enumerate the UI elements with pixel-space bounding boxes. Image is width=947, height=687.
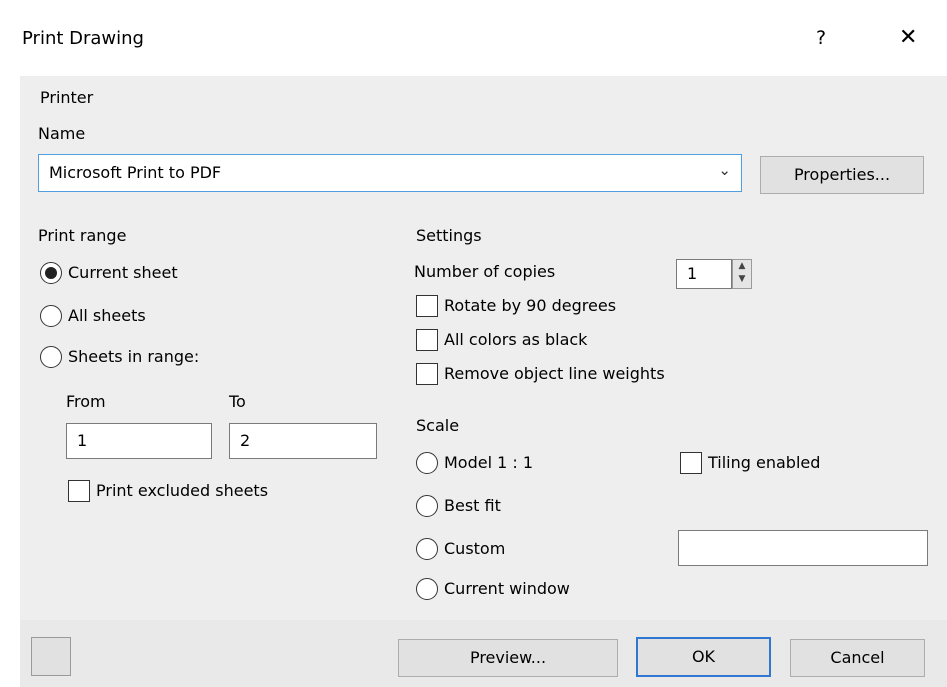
from-input[interactable]: 1 (66, 423, 212, 459)
cancel-button[interactable]: Cancel (790, 639, 925, 677)
copies-spinner[interactable]: ▲ ▼ (732, 259, 752, 289)
number-of-copies-label: Number of copies (414, 262, 556, 281)
best-fit-label: Best fit (444, 496, 501, 515)
spin-up-icon[interactable]: ▲ (733, 260, 751, 273)
print-drawing-dialog: Print Drawing ? ✕ Printer Name Microsoft… (0, 0, 947, 687)
current-sheet-label: Current sheet (68, 263, 178, 282)
name-label: Name (38, 124, 86, 143)
from-input-value: 1 (77, 431, 88, 450)
all-sheets-label: All sheets (68, 306, 146, 325)
sheets-in-range-label: Sheets in range: (68, 347, 200, 366)
ok-button[interactable]: OK (636, 637, 771, 677)
copies-input[interactable]: 1 (676, 259, 732, 289)
current-window-label: Current window (444, 579, 570, 598)
printer-select[interactable]: Microsoft Print to PDF ⌄ (38, 154, 742, 192)
custom-label: Custom (444, 539, 506, 558)
scale-label: Scale (416, 416, 460, 435)
to-label: To (229, 392, 246, 411)
dialog-title: Print Drawing (22, 28, 144, 49)
help-icon[interactable]: ? (816, 27, 826, 49)
title-bar: Print Drawing ? ✕ (0, 0, 947, 76)
all-colors-black-checkbox[interactable] (416, 329, 438, 351)
model-1-1-label: Model 1 : 1 (444, 453, 534, 472)
printer-select-value: Microsoft Print to PDF (49, 163, 222, 182)
footer-square-button[interactable] (31, 637, 71, 676)
close-icon[interactable]: ✕ (899, 25, 917, 50)
custom-radio[interactable] (416, 538, 438, 560)
best-fit-radio[interactable] (416, 495, 438, 517)
model-1-1-radio[interactable] (416, 452, 438, 474)
current-window-radio[interactable] (416, 578, 438, 600)
print-excluded-sheets-label: Print excluded sheets (96, 481, 269, 500)
remove-line-weights-checkbox[interactable] (416, 363, 438, 385)
copies-input-value: 1 (687, 264, 698, 283)
from-label: From (66, 392, 106, 411)
to-input-value: 2 (240, 431, 251, 450)
print-range-label: Print range (38, 226, 127, 245)
rotate-label: Rotate by 90 degrees (444, 296, 617, 315)
properties-button[interactable]: Properties... (760, 156, 924, 194)
to-input[interactable]: 2 (229, 423, 377, 459)
chevron-down-icon: ⌄ (718, 161, 731, 179)
all-colors-black-label: All colors as black (444, 330, 588, 349)
current-sheet-radio[interactable] (40, 262, 62, 284)
all-sheets-radio[interactable] (40, 305, 62, 327)
custom-scale-input[interactable] (678, 530, 928, 566)
tiling-enabled-label: Tiling enabled (708, 453, 821, 472)
print-excluded-sheets-checkbox[interactable] (68, 480, 90, 502)
sheets-in-range-radio[interactable] (40, 346, 62, 368)
tiling-enabled-checkbox[interactable] (680, 452, 702, 474)
remove-line-weights-label: Remove object line weights (444, 364, 665, 383)
settings-label: Settings (416, 226, 482, 245)
printer-group-label: Printer (40, 88, 94, 107)
preview-button[interactable]: Preview... (398, 639, 618, 677)
spin-down-icon[interactable]: ▼ (733, 273, 751, 286)
rotate-checkbox[interactable] (416, 295, 438, 317)
